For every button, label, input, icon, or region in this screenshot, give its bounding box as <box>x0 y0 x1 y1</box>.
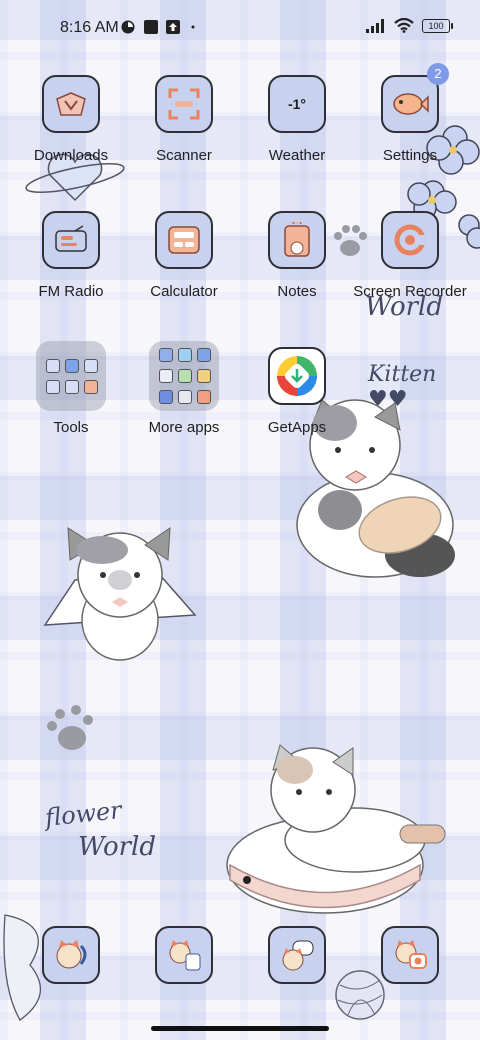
app-label: Calculator <box>150 283 218 300</box>
downloads-icon <box>42 75 100 133</box>
fm-radio-icon <box>42 211 100 269</box>
app-label: Downloads <box>33 147 109 164</box>
calculator-icon <box>155 211 213 269</box>
paw-print-decoration-2 <box>47 705 93 750</box>
camera-cat-icon <box>381 926 439 984</box>
folder-icon <box>149 341 219 411</box>
weather-icon: -1° <box>268 75 326 133</box>
app-label: Tools <box>53 419 89 436</box>
wallpaper-world-text-bottom: World <box>78 832 156 862</box>
messages-cat-icon <box>268 926 326 984</box>
app-label: Screen Recorder <box>353 283 467 300</box>
cat-on-cushion-illustration <box>226 744 446 914</box>
app-weather[interactable]: -1° Weather <box>240 75 354 165</box>
contacts-cat-icon <box>155 926 213 984</box>
app-getapps[interactable]: GetApps <box>240 347 354 437</box>
screen-recorder-icon <box>381 211 439 269</box>
weather-temperature: -1° <box>287 96 307 112</box>
dock-messages[interactable] <box>240 926 354 984</box>
dock-camera[interactable] <box>353 926 467 984</box>
browser-icon <box>121 20 135 34</box>
dock-phone[interactable] <box>14 926 128 984</box>
app-downloads[interactable]: Downloads <box>14 75 128 165</box>
app-label: More apps <box>148 419 220 436</box>
notification-square-icon <box>144 20 158 34</box>
folder-icon <box>36 341 106 411</box>
app-label: FM Radio <box>38 283 104 300</box>
app-label: Weather <box>268 147 326 164</box>
home-gesture-bar[interactable] <box>151 1026 329 1031</box>
battery-icon: 100 <box>422 18 453 33</box>
status-bar: 8:16 AM 100 <box>0 0 480 56</box>
upload-icon <box>166 20 180 34</box>
app-settings[interactable]: 2 Settings <box>353 63 467 165</box>
getapps-icon <box>268 347 326 405</box>
app-calculator[interactable]: Calculator <box>127 211 241 301</box>
dock-contacts[interactable] <box>127 926 241 984</box>
wallpaper-flower-text: flower <box>43 796 123 832</box>
folder-tools[interactable]: Tools <box>14 341 128 437</box>
dot-icon <box>191 25 195 29</box>
status-time: 8:16 AM <box>60 19 119 36</box>
wifi-icon <box>394 18 414 33</box>
app-label: Scanner <box>156 147 212 164</box>
notes-icon <box>268 211 326 269</box>
notification-badge: 2 <box>427 63 449 85</box>
app-label: GetApps <box>267 419 327 436</box>
app-notes[interactable]: Notes <box>240 211 354 301</box>
cat-with-cape-illustration <box>43 527 197 661</box>
app-scanner[interactable]: Scanner <box>127 75 241 165</box>
settings-icon: 2 <box>381 63 449 133</box>
app-screen-recorder[interactable]: Screen Recorder <box>353 211 467 300</box>
phone-cat-icon <box>42 926 100 984</box>
app-fm-radio[interactable]: FM Radio <box>14 211 128 301</box>
scanner-icon <box>155 75 213 133</box>
signal-icon <box>366 18 384 33</box>
folder-more-apps[interactable]: More apps <box>127 341 241 437</box>
app-label: Notes <box>277 283 317 300</box>
app-label: Settings <box>382 147 438 164</box>
